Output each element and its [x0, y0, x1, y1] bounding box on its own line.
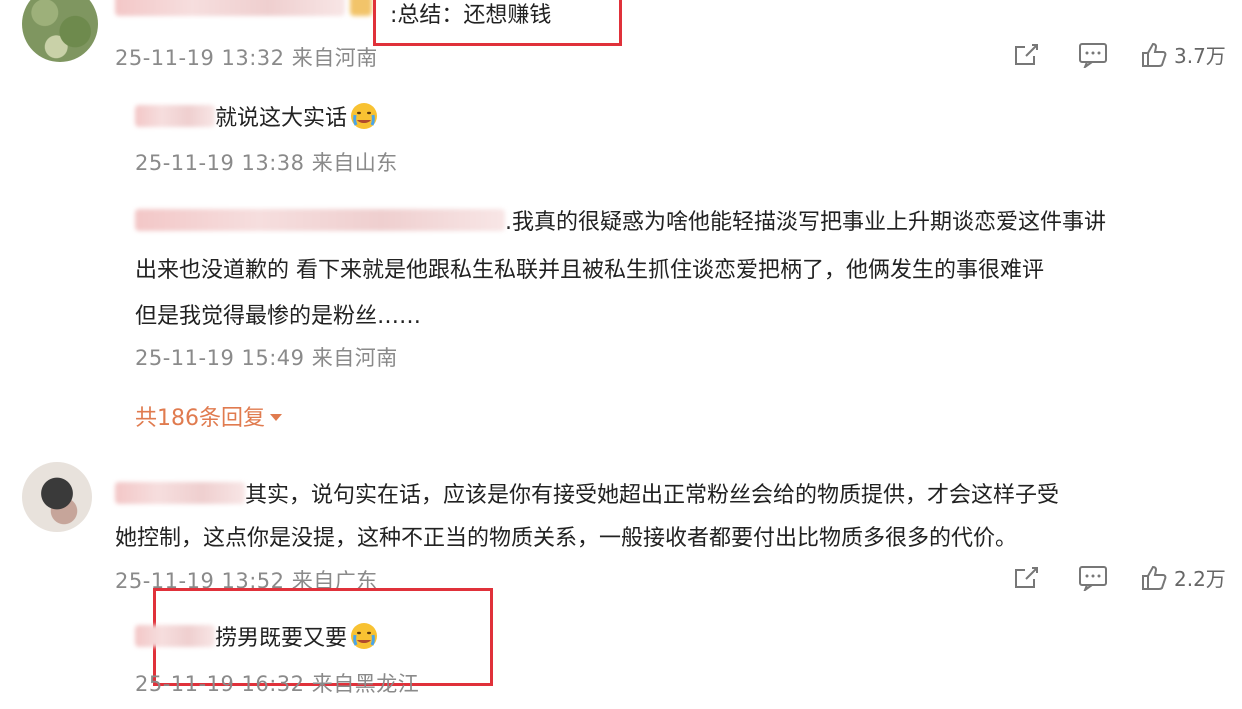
thumbs-up-icon — [1140, 564, 1168, 592]
comment-text: :总结：还想赚钱 — [390, 3, 552, 28]
comment-meta: 25-11-19 13:32 来自河南 — [115, 46, 378, 70]
more-replies-link[interactable]: 共186条回复 — [135, 400, 283, 432]
share-icon — [1012, 565, 1040, 591]
comment-button[interactable] — [1078, 42, 1108, 68]
like-button[interactable]: 3.7万 — [1140, 40, 1226, 69]
avatar[interactable] — [22, 0, 98, 62]
crying-emoji-icon — [349, 101, 379, 131]
comment-icon — [1078, 42, 1108, 68]
comment-button[interactable] — [1078, 565, 1108, 591]
caret-down-icon — [269, 404, 283, 429]
comment-icon — [1078, 565, 1108, 591]
reply-meta: 25-11-19 15:49 来自河南 — [135, 346, 398, 370]
share-button[interactable] — [1012, 42, 1040, 68]
username-blurred[interactable] — [135, 625, 215, 647]
comment-text-line: 她控制，这点你是没提，这种不正当的物质关系，一般接收者都要付出比物质多很多的代价… — [115, 526, 1018, 551]
share-button[interactable] — [1012, 565, 1040, 591]
reply-text: 就说这大实话 — [215, 106, 348, 131]
reply-text-line: 出来也没道歉的 看下来就是他跟私生私联并且被私生抓住谈恋爱把柄了，他俩发生的事很… — [135, 258, 1044, 283]
thumbs-up-icon — [1140, 41, 1168, 69]
more-replies-label: 共186条回复 — [135, 406, 265, 431]
username-blurred[interactable] — [135, 105, 215, 127]
like-count: 2.2万 — [1174, 567, 1226, 591]
username-blurred[interactable] — [135, 209, 505, 231]
username-blurred[interactable] — [115, 482, 245, 504]
like-count: 3.7万 — [1174, 44, 1226, 68]
crying-emoji-icon — [349, 621, 379, 651]
comment-item: 其实，说句实在话，应该是你有接受她超出正常粉丝会给的物质提供，才会这样子受 — [115, 477, 1059, 509]
share-icon — [1012, 42, 1040, 68]
like-button[interactable]: 2.2万 — [1140, 563, 1226, 592]
reply-item: 捞男既要又要 — [135, 620, 379, 652]
reply-text: 捞男既要又要 — [215, 626, 348, 651]
reply-meta: 25-11-19 16:32 来自黑龙江 — [135, 672, 420, 696]
reply-meta: 25-11-19 13:38 来自山东 — [135, 151, 398, 175]
reply-item: 就说这大实话 — [135, 100, 379, 132]
comment-text: 其实，说句实在话，应该是你有接受她超出正常粉丝会给的物质提供，才会这样子受 — [245, 483, 1060, 508]
avatar[interactable] — [22, 462, 92, 532]
reply-item: .我真的很疑惑为啥他能轻描淡写把事业上升期谈恋爱这件事讲 — [135, 204, 1106, 236]
reply-text: .我真的很疑惑为啥他能轻描淡写把事业上升期谈恋爱这件事讲 — [505, 210, 1106, 235]
username-blurred[interactable] — [115, 0, 373, 16]
reply-text-line: 但是我觉得最惨的是粉丝…… — [135, 304, 422, 329]
